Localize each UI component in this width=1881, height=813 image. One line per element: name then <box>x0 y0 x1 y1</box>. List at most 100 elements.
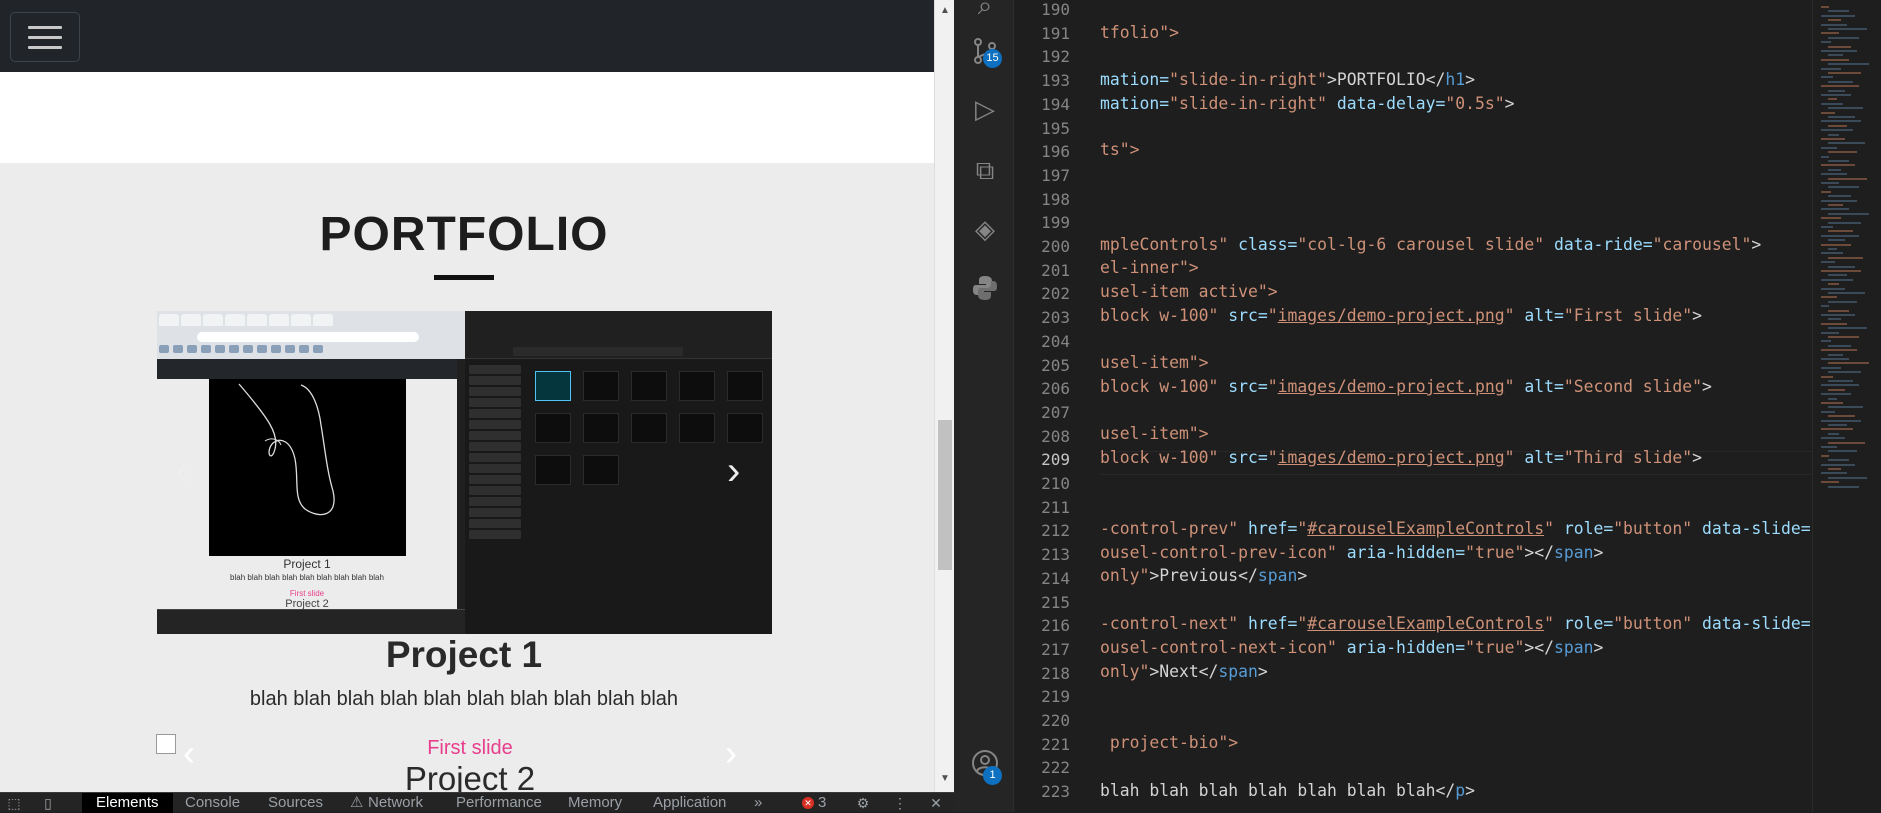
run-debug-icon[interactable]: ▷ <box>970 94 1000 124</box>
carousel-prev-icon-2[interactable]: ‹ <box>183 732 195 774</box>
minimap-line <box>1821 270 1861 272</box>
minimap-line <box>1828 450 1857 453</box>
error-icon[interactable]: ✕ <box>802 797 814 809</box>
code-token: >PORTFOLIO</ <box>1326 70 1446 89</box>
minimap-line <box>1828 406 1863 409</box>
minimap-line <box>1821 208 1849 211</box>
code-token: > <box>1593 638 1604 657</box>
screenshot-navbar <box>157 359 457 379</box>
minimap-line <box>1821 340 1831 343</box>
code-line-217[interactable]: ousel-control-next-icon" aria-hidden="tr… <box>1100 638 1603 657</box>
code-line-196[interactable]: ts"> <box>1100 140 1139 159</box>
activity-bar: ⌕ 15 ▷ ⧉ ◈ 1 <box>954 0 1014 812</box>
code-line-205[interactable]: usel-item"> <box>1100 353 1209 372</box>
minimap-line <box>1828 195 1851 198</box>
code-line-206[interactable]: block w-100" src="images/demo-project.pn… <box>1100 377 1712 396</box>
code-line-214[interactable]: only">Previous</span> <box>1100 566 1307 585</box>
code-token: aria-hidden= <box>1346 543 1466 562</box>
code-line-208[interactable]: usel-item"> <box>1100 424 1209 443</box>
source-control-badge: 15 <box>983 49 1002 68</box>
code-line-191[interactable]: tfolio"> <box>1100 23 1179 42</box>
code-token: el-inner"> <box>1100 258 1199 277</box>
code-line-223[interactable]: blah blah blah blah blah blah blah</p> <box>1100 781 1475 800</box>
scroll-down-icon[interactable]: ▼ <box>935 770 955 788</box>
close-icon[interactable]: ✕ <box>928 795 944 811</box>
project1-title: Project 1 <box>385 634 543 675</box>
minimap-line <box>1828 441 1865 444</box>
carousel-prev-icon[interactable]: ‹ <box>175 451 188 491</box>
minimap-line <box>1821 120 1861 123</box>
tab-elements[interactable]: Elements <box>82 793 173 813</box>
minimap-line <box>1821 111 1835 114</box>
code-token: href= <box>1248 519 1298 538</box>
hamburger-icon-bar <box>28 36 62 39</box>
code-token: " <box>1297 519 1308 538</box>
code-line-202[interactable]: usel-item active"> <box>1100 282 1278 301</box>
minimap-line <box>1821 102 1843 105</box>
browser-scrollbar[interactable]: ▲ ▼ <box>934 0 954 792</box>
tab-performance[interactable]: Performance <box>456 793 542 813</box>
line-number: 213 <box>1041 545 1070 565</box>
code-token: src= <box>1228 306 1268 325</box>
minimap-line <box>1828 133 1839 136</box>
tab-network[interactable]: Network <box>368 793 423 813</box>
minimap-line <box>1828 168 1841 171</box>
python-icon[interactable] <box>970 274 1000 304</box>
scroll-thumb[interactable] <box>938 420 952 570</box>
tab-sources[interactable]: Sources <box>268 793 323 813</box>
screenshot-explorer-address <box>513 347 683 356</box>
carousel-next-icon[interactable]: › <box>727 451 740 491</box>
code-line-218[interactable]: only">Next</span> <box>1100 662 1268 681</box>
code-token: "slide-in-right" <box>1169 70 1327 89</box>
minimap-line <box>1821 173 1847 176</box>
line-number: 207 <box>1041 402 1070 422</box>
more-tabs-icon[interactable]: » <box>754 793 762 813</box>
minimap-line <box>1828 274 1847 277</box>
code-line-212[interactable]: -control-prev" href="#carouselExampleCon… <box>1100 519 1812 538</box>
screenshot-url-bar <box>197 332 419 342</box>
settings-gear-icon[interactable]: ⚙ <box>855 795 871 811</box>
tab-application[interactable]: Application <box>653 793 726 813</box>
minimap[interactable] <box>1812 0 1881 812</box>
tab-console[interactable]: Console <box>185 793 240 813</box>
tab-memory[interactable]: Memory <box>568 793 622 813</box>
minimap-line <box>1828 388 1845 391</box>
code-token: blah blah blah blah blah blah blah</ <box>1100 781 1456 800</box>
screenshot-project1-title: Project 1 <box>283 557 331 571</box>
minimap-line <box>1828 204 1843 206</box>
extensions-icon[interactable]: ⧉ <box>970 155 1000 185</box>
minimap-line <box>1828 116 1855 118</box>
scroll-up-icon[interactable]: ▲ <box>935 2 955 20</box>
code-token: ousel-control-next-icon" <box>1100 638 1337 657</box>
code-token: class= <box>1238 235 1298 254</box>
search-icon[interactable]: ⌕ <box>970 0 1000 20</box>
code-line-201[interactable]: el-inner"> <box>1100 258 1199 277</box>
navbar-toggler-button[interactable] <box>10 12 80 62</box>
minimap-line <box>1828 344 1851 347</box>
carousel-next-icon-2[interactable]: › <box>725 732 737 774</box>
screenshot-first-slide-caption: First slide <box>289 589 325 598</box>
minimap-line <box>1821 463 1855 466</box>
inspect-element-icon[interactable]: ⬚ <box>6 795 22 811</box>
code-line-221[interactable]: project-bio"> <box>1100 733 1238 752</box>
code-editor[interactable]: tfolio"> mation="slide-in-right">PORTFOL… <box>1100 0 1812 812</box>
minimap-line <box>1821 67 1841 70</box>
code-line-200[interactable]: mpleControls" class="col-lg-6 carousel s… <box>1100 235 1761 254</box>
line-number: 220 <box>1041 711 1070 730</box>
code-token: " <box>1544 614 1554 633</box>
code-line-203[interactable]: block w-100" src="images/demo-project.pn… <box>1100 306 1702 325</box>
minimap-line <box>1821 296 1837 299</box>
remote-explorer-icon[interactable]: ◈ <box>970 214 1000 244</box>
code-line-209[interactable]: block w-100" src="images/demo-project.pn… <box>1100 448 1702 467</box>
code-line-213[interactable]: ousel-control-prev-icon" aria-hidden="tr… <box>1100 543 1603 562</box>
hamburger-icon-bar <box>28 46 62 49</box>
minimap-line <box>1828 63 1869 66</box>
code-line-193[interactable]: mation="slide-in-right">PORTFOLIO</h1> <box>1100 70 1475 89</box>
code-line-194[interactable]: mation="slide-in-right" data-delay="0.5s… <box>1100 94 1515 113</box>
device-toolbar-icon[interactable]: ▯ <box>40 795 56 811</box>
screenshot-bookmarks <box>159 345 463 357</box>
kebab-menu-icon[interactable]: ⋮ <box>892 795 908 811</box>
warning-icon: ⚠ <box>350 794 364 811</box>
minimap-line <box>1821 243 1851 246</box>
code-line-216[interactable]: -control-next" href="#carouselExampleCon… <box>1100 614 1812 633</box>
